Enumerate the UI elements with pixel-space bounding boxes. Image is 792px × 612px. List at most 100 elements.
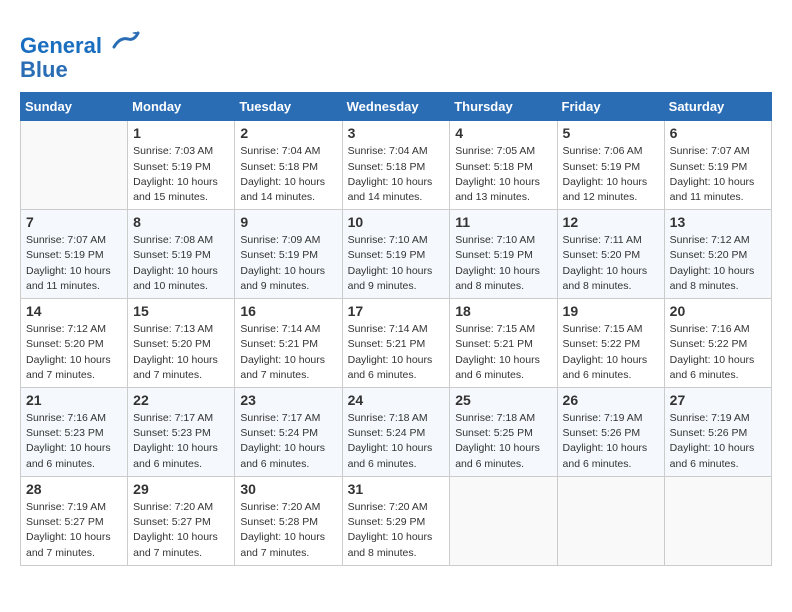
day-number: 7 [26,214,122,230]
day-number: 30 [240,481,336,497]
day-number: 26 [563,392,659,408]
weekday-header-wednesday: Wednesday [342,93,450,121]
day-info: Sunrise: 7:18 AM Sunset: 5:24 PM Dayligh… [348,411,445,472]
calendar-cell: 10Sunrise: 7:10 AM Sunset: 5:19 PM Dayli… [342,210,450,299]
day-info: Sunrise: 7:14 AM Sunset: 5:21 PM Dayligh… [348,322,445,383]
calendar-cell: 4 Sunrise: 7:05 AM Sunset: 5:18 PM Daylig… [450,121,557,210]
calendar-cell: 3 Sunrise: 7:04 AM Sunset: 5:18 PM Daylig… [342,121,450,210]
day-info: Sunrise: 7:03 AM Sunset: 5:19 PM Dayligh… [133,144,229,205]
day-number: 6 [670,125,766,141]
weekday-header-monday: Monday [128,93,235,121]
day-info: Sunrise: 7:07 AM Sunset: 5:19 PM Dayligh… [26,233,122,294]
day-number: 21 [26,392,122,408]
day-info: Sunrise: 7:19 AM Sunset: 5:26 PM Dayligh… [670,411,766,472]
calendar-cell: 15 Sunrise: 7:13 AM Sunset: 5:20 PM Dayli… [128,299,235,388]
day-info: Sunrise: 7:12 AM Sunset: 5:20 PM Dayligh… [26,322,122,383]
calendar-cell: 21Sunrise: 7:16 AM Sunset: 5:23 PM Dayli… [21,388,128,477]
calendar-week-2: 7 Sunrise: 7:07 AM Sunset: 5:19 PM Daylig… [21,210,772,299]
day-info: Sunrise: 7:19 AM Sunset: 5:27 PM Dayligh… [26,500,122,561]
calendar-cell: 5 Sunrise: 7:06 AM Sunset: 5:19 PM Daylig… [557,121,664,210]
calendar-header: SundayMondayTuesdayWednesdayThursdayFrid… [21,93,772,121]
calendar-cell [557,476,664,565]
day-number: 18 [455,303,551,319]
day-info: Sunrise: 7:16 AM Sunset: 5:22 PM Dayligh… [670,322,766,383]
day-info: Sunrise: 7:20 AM Sunset: 5:28 PM Dayligh… [240,500,336,561]
calendar-cell: 24 Sunrise: 7:18 AM Sunset: 5:24 PM Dayli… [342,388,450,477]
day-number: 3 [348,125,445,141]
day-info: Sunrise: 7:15 AM Sunset: 5:22 PM Dayligh… [563,322,659,383]
day-number: 1 [133,125,229,141]
calendar-cell: 27 Sunrise: 7:19 AM Sunset: 5:26 PM Dayli… [664,388,771,477]
calendar-cell: 8Sunrise: 7:08 AM Sunset: 5:19 PM Daylig… [128,210,235,299]
calendar-cell: 1 Sunrise: 7:03 AM Sunset: 5:19 PM Daylig… [128,121,235,210]
day-number: 27 [670,392,766,408]
logo-blue: Blue [20,57,68,82]
calendar-body: 1 Sunrise: 7:03 AM Sunset: 5:19 PM Daylig… [21,121,772,565]
day-number: 11 [455,214,551,230]
calendar-cell: 12 Sunrise: 7:11 AM Sunset: 5:20 PM Dayli… [557,210,664,299]
calendar-table: SundayMondayTuesdayWednesdayThursdayFrid… [20,92,772,565]
calendar-cell: 23 Sunrise: 7:17 AM Sunset: 5:24 PM Dayli… [235,388,342,477]
day-info: Sunrise: 7:09 AM Sunset: 5:19 PM Dayligh… [240,233,336,294]
day-number: 22 [133,392,229,408]
day-info: Sunrise: 7:12 AM Sunset: 5:20 PM Dayligh… [670,233,766,294]
calendar-cell [450,476,557,565]
calendar-cell: 17 Sunrise: 7:14 AM Sunset: 5:21 PM Dayli… [342,299,450,388]
day-info: Sunrise: 7:11 AM Sunset: 5:20 PM Dayligh… [563,233,659,294]
calendar-cell: 9Sunrise: 7:09 AM Sunset: 5:19 PM Daylig… [235,210,342,299]
logo: General Blue [20,25,140,82]
calendar-cell [664,476,771,565]
day-number: 12 [563,214,659,230]
day-number: 15 [133,303,229,319]
day-number: 28 [26,481,122,497]
day-info: Sunrise: 7:05 AM Sunset: 5:18 PM Dayligh… [455,144,551,205]
calendar-week-4: 21Sunrise: 7:16 AM Sunset: 5:23 PM Dayli… [21,388,772,477]
day-info: Sunrise: 7:20 AM Sunset: 5:29 PM Dayligh… [348,500,445,561]
weekday-header-tuesday: Tuesday [235,93,342,121]
day-number: 29 [133,481,229,497]
calendar-cell: 26 Sunrise: 7:19 AM Sunset: 5:26 PM Dayli… [557,388,664,477]
day-info: Sunrise: 7:07 AM Sunset: 5:19 PM Dayligh… [670,144,766,205]
calendar-cell: 29 Sunrise: 7:20 AM Sunset: 5:27 PM Dayli… [128,476,235,565]
day-number: 5 [563,125,659,141]
day-number: 4 [455,125,551,141]
day-info: Sunrise: 7:08 AM Sunset: 5:19 PM Dayligh… [133,233,229,294]
calendar-cell: 28 Sunrise: 7:19 AM Sunset: 5:27 PM Dayli… [21,476,128,565]
calendar-week-1: 1 Sunrise: 7:03 AM Sunset: 5:19 PM Daylig… [21,121,772,210]
day-info: Sunrise: 7:17 AM Sunset: 5:23 PM Dayligh… [133,411,229,472]
logo-general: General [20,33,102,58]
weekday-header-friday: Friday [557,93,664,121]
day-info: Sunrise: 7:15 AM Sunset: 5:21 PM Dayligh… [455,322,551,383]
day-number: 24 [348,392,445,408]
day-number: 14 [26,303,122,319]
calendar-cell: 19Sunrise: 7:15 AM Sunset: 5:22 PM Dayli… [557,299,664,388]
day-number: 31 [348,481,445,497]
day-info: Sunrise: 7:13 AM Sunset: 5:20 PM Dayligh… [133,322,229,383]
day-number: 25 [455,392,551,408]
calendar-cell [21,121,128,210]
day-number: 13 [670,214,766,230]
day-info: Sunrise: 7:18 AM Sunset: 5:25 PM Dayligh… [455,411,551,472]
day-info: Sunrise: 7:14 AM Sunset: 5:21 PM Dayligh… [240,322,336,383]
logo-bird-icon [112,25,140,53]
day-info: Sunrise: 7:06 AM Sunset: 5:19 PM Dayligh… [563,144,659,205]
day-info: Sunrise: 7:04 AM Sunset: 5:18 PM Dayligh… [348,144,445,205]
calendar-cell: 16 Sunrise: 7:14 AM Sunset: 5:21 PM Dayli… [235,299,342,388]
weekday-header-saturday: Saturday [664,93,771,121]
calendar-cell: 25 Sunrise: 7:18 AM Sunset: 5:25 PM Dayli… [450,388,557,477]
day-info: Sunrise: 7:19 AM Sunset: 5:26 PM Dayligh… [563,411,659,472]
calendar-cell: 6 Sunrise: 7:07 AM Sunset: 5:19 PM Daylig… [664,121,771,210]
day-number: 23 [240,392,336,408]
calendar-week-5: 28 Sunrise: 7:19 AM Sunset: 5:27 PM Dayli… [21,476,772,565]
day-number: 20 [670,303,766,319]
weekday-header-sunday: Sunday [21,93,128,121]
day-number: 2 [240,125,336,141]
day-number: 17 [348,303,445,319]
day-number: 16 [240,303,336,319]
calendar-cell: 31 Sunrise: 7:20 AM Sunset: 5:29 PM Dayli… [342,476,450,565]
calendar-cell: 18 Sunrise: 7:15 AM Sunset: 5:21 PM Dayli… [450,299,557,388]
day-info: Sunrise: 7:17 AM Sunset: 5:24 PM Dayligh… [240,411,336,472]
calendar-cell: 22 Sunrise: 7:17 AM Sunset: 5:23 PM Dayli… [128,388,235,477]
calendar-cell: 7 Sunrise: 7:07 AM Sunset: 5:19 PM Daylig… [21,210,128,299]
day-info: Sunrise: 7:20 AM Sunset: 5:27 PM Dayligh… [133,500,229,561]
